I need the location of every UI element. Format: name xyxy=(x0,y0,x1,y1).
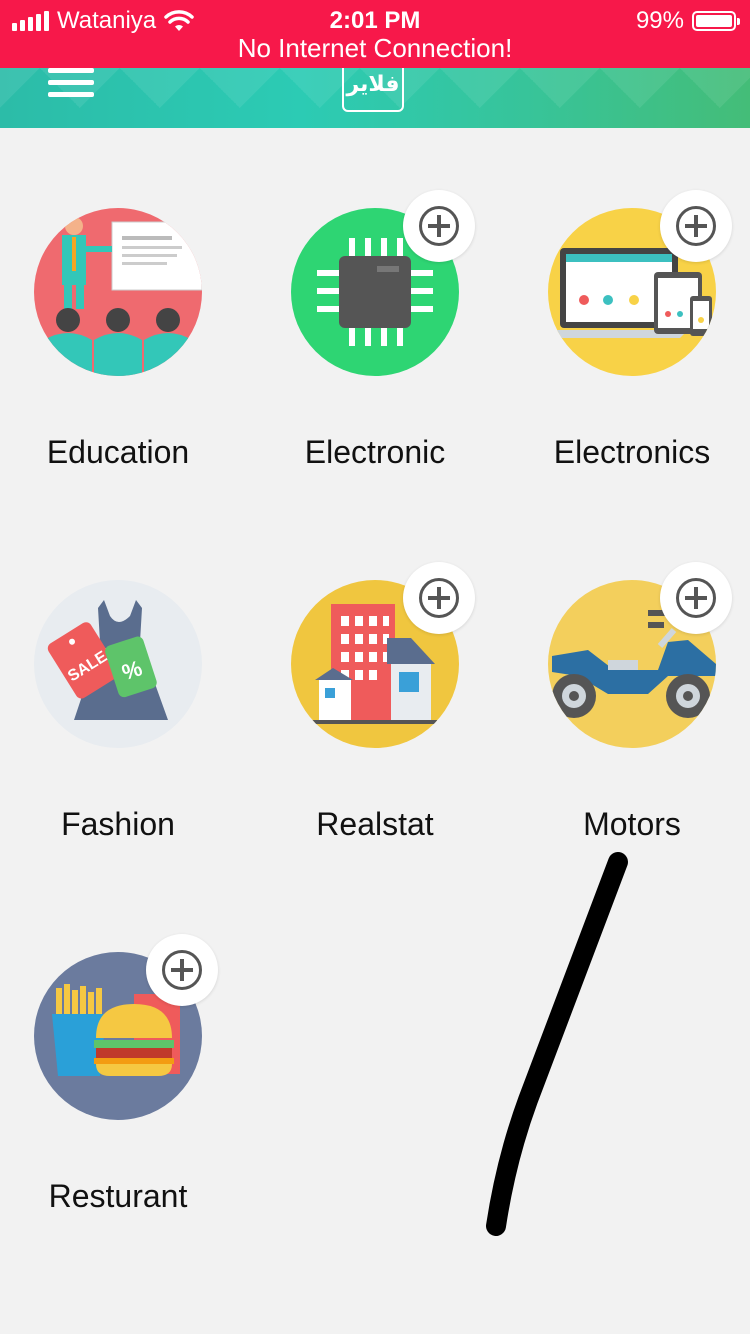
drawn-stroke-annotation xyxy=(486,852,628,1236)
